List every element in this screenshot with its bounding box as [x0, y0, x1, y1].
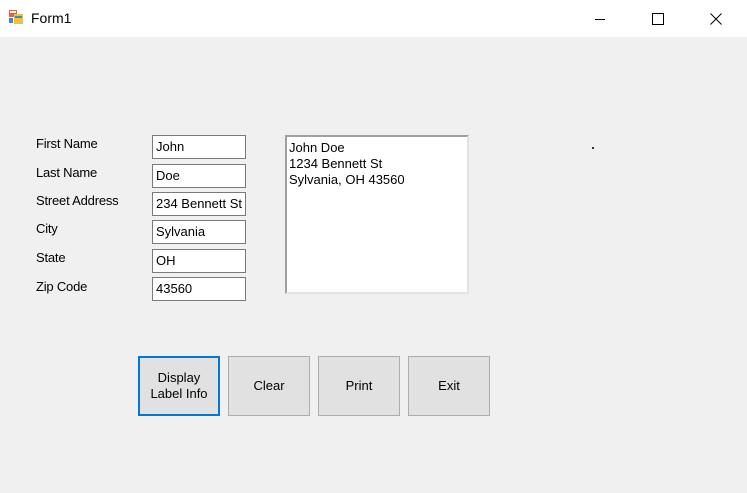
label-line-city-state-zip: Sylvania, OH 43560 [289, 172, 405, 187]
stray-dot [592, 147, 594, 149]
street-address-field[interactable]: 234 Bennett St [152, 192, 246, 216]
minimize-icon [595, 18, 605, 20]
city-field[interactable]: Sylvania [152, 220, 246, 244]
street-address-label: Street Address [36, 193, 119, 208]
clear-button[interactable]: Clear [228, 356, 310, 416]
exit-button[interactable]: Exit [408, 356, 490, 416]
last-name-field[interactable]: Doe [152, 164, 246, 188]
state-field[interactable]: OH [152, 249, 246, 273]
display-button-line2: Label Info [150, 386, 208, 401]
first-name-field[interactable]: John [152, 135, 246, 159]
close-icon [710, 12, 722, 25]
window-title: Form1 [31, 10, 72, 26]
minimize-button[interactable] [571, 0, 629, 37]
display-button-line1: Display [157, 370, 201, 385]
first-name-label: First Name [36, 136, 98, 151]
title-bar: Form1 [0, 0, 747, 37]
zip-code-field[interactable]: 43560 [152, 277, 246, 301]
print-button[interactable]: Print [318, 356, 400, 416]
label-line-street: 1234 Bennett St [289, 156, 383, 171]
label-line-name: John Doe [289, 140, 345, 155]
form-app-icon [9, 10, 23, 24]
last-name-label: Last Name [36, 165, 98, 180]
state-label: State [36, 250, 66, 265]
maximize-icon [652, 12, 664, 25]
city-label: City [36, 221, 58, 236]
label-output-listbox[interactable]: John Doe 1234 Bennett St Sylvania, OH 43… [285, 135, 469, 294]
display-label-info-button[interactable]: Display Label Info [138, 356, 220, 416]
maximize-button[interactable] [629, 0, 687, 37]
zip-code-label: Zip Code [36, 279, 88, 294]
close-button[interactable] [687, 0, 745, 37]
